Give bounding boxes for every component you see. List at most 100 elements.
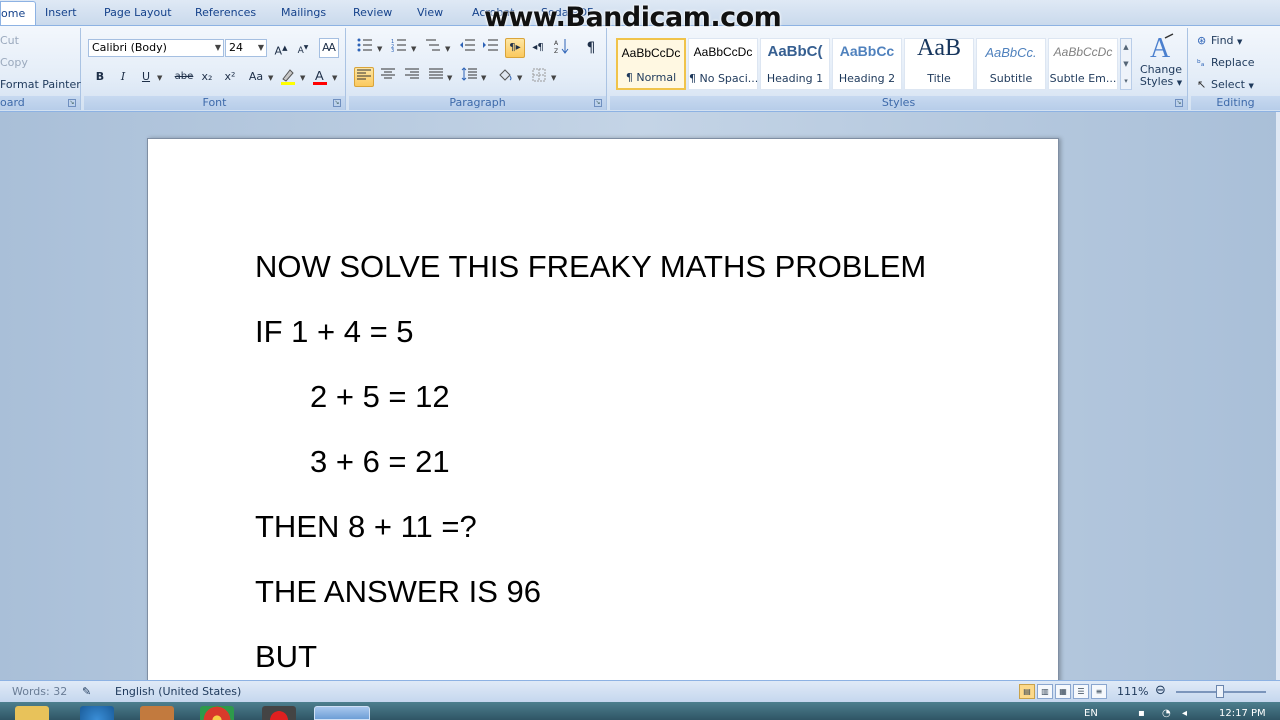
tab-references[interactable]: References	[195, 6, 256, 19]
styles-gallery-scroll[interactable]: ▲ ▼ ▾	[1120, 38, 1132, 90]
input-language[interactable]: EN	[1084, 708, 1098, 719]
paragraph-launcher-icon[interactable]: ↘	[594, 99, 602, 107]
strikethrough-button[interactable]: abe	[172, 67, 196, 87]
document-page[interactable]: NOW SOLVE THIS FREAKY MATHS PROBLEM IF 1…	[147, 138, 1059, 698]
chevron-down-icon[interactable]: ▼	[332, 74, 337, 82]
document-line[interactable]: THEN 8 + 11 =?	[255, 509, 477, 545]
cursor-arrow-icon: ↖	[1197, 78, 1207, 91]
style-normal[interactable]: AaBbCcDc ¶ Normal	[616, 38, 686, 90]
align-center-icon[interactable]	[378, 67, 398, 87]
select-button[interactable]: ↖ Select ▼	[1197, 78, 1254, 91]
tab-review[interactable]: Review	[353, 6, 392, 19]
grow-font-icon[interactable]: A▲	[271, 38, 291, 58]
shading-icon[interactable]	[495, 67, 515, 87]
document-line[interactable]: IF 1 + 4 = 5	[255, 314, 414, 350]
change-styles-button[interactable]: A Change Styles ▼	[1138, 30, 1184, 94]
format-painter-button[interactable]: Format Painter	[0, 78, 81, 91]
multilevel-list-icon[interactable]	[423, 38, 443, 58]
chevron-down-icon[interactable]: ▼	[551, 74, 556, 82]
style-heading-1[interactable]: AaBbC( Heading 1	[760, 38, 830, 90]
draft-view-icon[interactable]: ≡	[1091, 684, 1107, 699]
internet-explorer-icon[interactable]	[80, 706, 114, 720]
style-no-spacing[interactable]: AaBbCcDc ¶ No Spaci...	[688, 38, 758, 90]
chevron-down-icon[interactable]: ▼	[447, 74, 452, 82]
tab-home[interactable]: ome	[0, 1, 37, 27]
language-indicator[interactable]: English (United States)	[115, 685, 241, 698]
increase-indent-icon[interactable]	[480, 38, 500, 58]
shrink-font-icon[interactable]: A▼	[293, 38, 313, 58]
zoom-out-icon[interactable]: ⊖	[1155, 683, 1166, 698]
font-color-icon[interactable]: A	[310, 67, 330, 87]
style-subtle-emphasis[interactable]: AaBbCcDc Subtle Em...	[1048, 38, 1118, 90]
document-line[interactable]: THE ANSWER IS 96	[255, 574, 541, 610]
change-case-button[interactable]: Aa	[244, 67, 268, 87]
font-name-combo[interactable]: Calibri (Body) ▼	[88, 39, 224, 57]
clipboard-launcher-icon[interactable]: ↘	[68, 99, 76, 107]
bullets-icon[interactable]	[355, 38, 375, 58]
tray-volume-icon[interactable]: ◂	[1182, 708, 1187, 719]
chevron-down-icon[interactable]: ▼	[157, 74, 162, 82]
document-line[interactable]: NOW SOLVE THIS FREAKY MATHS PROBLEM	[255, 249, 926, 285]
style-title[interactable]: AaB Title	[904, 35, 974, 90]
outline-view-icon[interactable]: ☰	[1073, 684, 1089, 699]
zoom-slider-thumb[interactable]	[1216, 685, 1224, 698]
full-screen-reading-view-icon[interactable]: ▥	[1037, 684, 1053, 699]
highlight-icon[interactable]	[278, 67, 298, 87]
line-spacing-icon[interactable]	[459, 67, 479, 87]
decrease-indent-icon[interactable]	[457, 38, 477, 58]
chevron-down-icon[interactable]: ▼	[411, 45, 416, 53]
font-group-label: Font	[84, 96, 345, 110]
borders-icon[interactable]	[529, 67, 549, 87]
document-line[interactable]: 3 + 6 = 21	[310, 444, 450, 480]
superscript-button[interactable]: x²	[220, 67, 240, 87]
rtl-direction-icon[interactable]: ◂¶	[528, 38, 548, 58]
chevron-down-icon[interactable]: ▼	[445, 45, 450, 53]
clock[interactable]: 12:17 PM	[1219, 708, 1266, 719]
underline-button[interactable]: U	[136, 67, 156, 87]
web-layout-view-icon[interactable]: ▦	[1055, 684, 1071, 699]
zoom-level[interactable]: 111%	[1117, 685, 1148, 698]
styles-launcher-icon[interactable]: ↘	[1175, 99, 1183, 107]
media-player-icon[interactable]	[140, 706, 174, 720]
replace-button[interactable]: ᵇₐ Replace	[1197, 56, 1255, 69]
cut-button[interactable]: Cut	[0, 34, 19, 47]
subscript-button[interactable]: x₂	[197, 67, 217, 87]
tab-insert[interactable]: Insert	[45, 6, 77, 19]
sort-icon[interactable]: AZ	[552, 38, 572, 58]
style-subtitle[interactable]: AaBbCc. Subtitle	[976, 38, 1046, 90]
clear-formatting-icon[interactable]: Ꜳ	[319, 38, 339, 58]
chevron-down-icon[interactable]: ▼	[517, 74, 522, 82]
tray-network-icon[interactable]: ◔	[1162, 708, 1171, 719]
show-formatting-marks-icon[interactable]: ¶	[581, 38, 601, 58]
chevron-down-icon[interactable]: ▼	[481, 74, 486, 82]
justify-icon[interactable]	[426, 67, 446, 87]
chevron-down-icon[interactable]: ▼	[377, 45, 382, 53]
tab-mailings[interactable]: Mailings	[281, 6, 326, 19]
bandicam-icon[interactable]	[262, 706, 296, 720]
vertical-scrollbar[interactable]	[1276, 112, 1280, 680]
document-line[interactable]: 2 + 5 = 12	[310, 379, 450, 415]
align-left-icon[interactable]	[354, 67, 374, 87]
proofing-icon[interactable]: ✎	[82, 685, 91, 698]
word-taskbar-button[interactable]	[314, 706, 370, 720]
tray-flag-icon[interactable]: ▪	[1138, 708, 1145, 719]
tab-view[interactable]: View	[417, 6, 443, 19]
file-explorer-icon[interactable]	[15, 706, 49, 720]
style-heading-2[interactable]: AaBbCc Heading 2	[832, 38, 902, 90]
font-size-combo[interactable]: 24 ▼	[225, 39, 267, 57]
numbering-icon[interactable]: 123	[389, 38, 409, 58]
chevron-down-icon[interactable]: ▼	[268, 74, 273, 82]
ltr-direction-icon[interactable]: ¶▸	[505, 38, 525, 58]
document-line[interactable]: BUT	[255, 639, 317, 675]
find-button[interactable]: ⊛ Find ▼	[1197, 34, 1242, 47]
bold-button[interactable]: B	[90, 67, 110, 87]
print-layout-view-icon[interactable]: ▤	[1019, 684, 1035, 699]
chrome-icon[interactable]	[200, 706, 234, 720]
chevron-down-icon[interactable]: ▼	[300, 74, 305, 82]
tab-page-layout[interactable]: Page Layout	[104, 6, 172, 19]
font-launcher-icon[interactable]: ↘	[333, 99, 341, 107]
align-right-icon[interactable]	[402, 67, 422, 87]
copy-button[interactable]: Copy	[0, 56, 28, 69]
italic-button[interactable]: I	[113, 67, 133, 87]
word-count[interactable]: Words: 32	[12, 685, 67, 698]
